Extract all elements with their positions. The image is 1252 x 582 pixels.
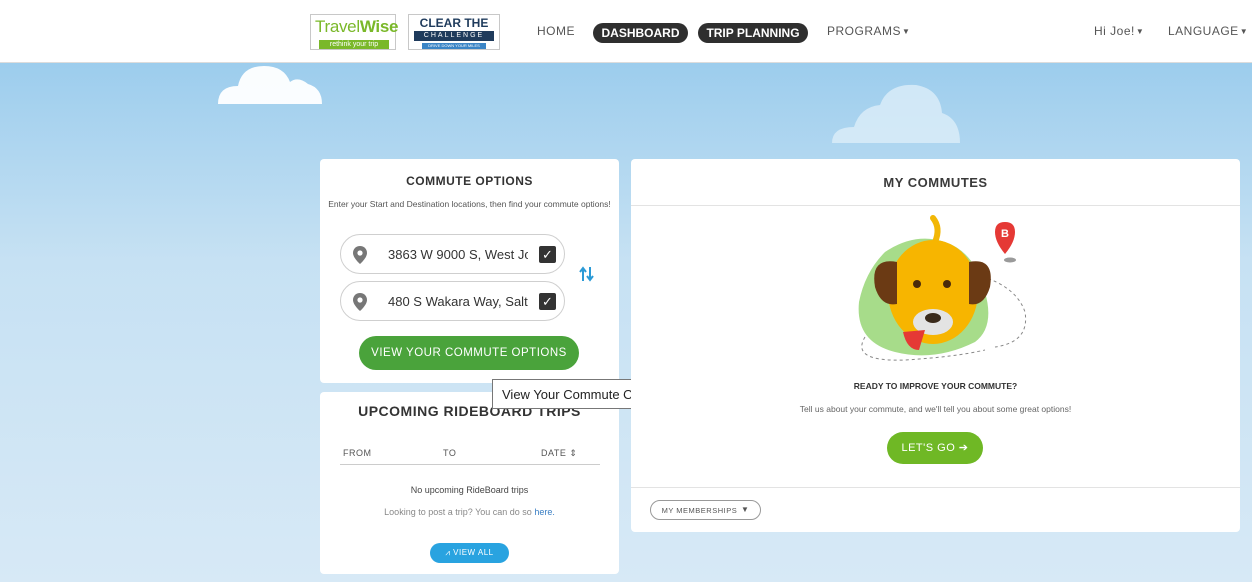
rideboard-post-text: Looking to post a trip? You can do so	[384, 507, 532, 517]
chevron-down-icon: ▼	[738, 505, 750, 514]
rideboard-col-to: TO	[443, 448, 457, 458]
top-nav: TravelWise rethink your trip CLEAR THE A…	[0, 0, 1252, 63]
rideboard-header-divider	[340, 464, 600, 465]
my-commutes-heading: READY TO IMPROVE YOUR COMMUTE?	[853, 381, 1018, 391]
clear-the-air-logo[interactable]: CLEAR THE AIR CHALLENGE DRIVE DOWN YOUR …	[408, 14, 500, 50]
start-location-checkbox[interactable]: ✓	[539, 246, 556, 263]
nav-dashboard[interactable]: DASHBOARD	[593, 23, 688, 43]
commute-options-instructions: Enter your Start and Destination locatio…	[328, 199, 611, 209]
view-all-label: VIEW ALL	[453, 548, 494, 557]
map-marker-label: B	[1001, 228, 1009, 240]
swap-locations-icon[interactable]	[578, 265, 596, 283]
rideboard-post-prompt: Looking to post a trip? You can do so he…	[320, 507, 619, 517]
start-location-field[interactable]: 3863 W 9000 S, West Jordan ✓	[340, 234, 565, 274]
rideboard-empty-text: No upcoming RideBoard trips	[410, 485, 529, 495]
travelwise-logo-light: Travel	[315, 17, 360, 36]
destination-location-checkbox[interactable]: ✓	[539, 293, 556, 310]
nav-home[interactable]: HOME	[537, 24, 575, 38]
lets-go-button[interactable]: LET'S GO ➔	[887, 432, 983, 464]
location-pin-icon	[353, 246, 367, 264]
nav-user-menu[interactable]: Hi Joe!▼	[1094, 24, 1144, 38]
travelwise-logo[interactable]: TravelWise rethink your trip	[310, 14, 399, 50]
nav-language-label: LANGUAGE	[1168, 24, 1239, 38]
travelwise-logo-bold: Wise	[359, 17, 399, 36]
nav-programs[interactable]: PROGRAMS▼	[827, 24, 910, 38]
destination-location-input[interactable]: 480 S Wakara Way, Salt Lake City	[388, 294, 528, 309]
my-memberships-dropdown[interactable]: MY MEMBERSHIPS ▼	[650, 500, 761, 520]
nav-greeting: Hi Joe!	[1094, 24, 1135, 38]
travelwise-tagline: rethink your trip	[319, 40, 389, 49]
my-commutes-subtext: Tell us about your commute, and we'll te…	[799, 404, 1072, 414]
my-memberships-label: MY MEMBERSHIPS	[661, 506, 738, 515]
commute-dog-illustration: B	[858, 215, 1027, 361]
rideboard-post-link[interactable]: here.	[534, 507, 555, 517]
view-commute-options-button[interactable]: VIEW YOUR COMMUTE OPTIONS	[359, 336, 579, 370]
start-location-input[interactable]: 3863 W 9000 S, West Jordan	[388, 247, 528, 262]
rideboard-col-from: FROM	[343, 448, 372, 458]
view-all-button[interactable]: ⩘ VIEW ALL	[430, 543, 509, 563]
destination-location-field[interactable]: 480 S Wakara Way, Salt Lake City ✓	[340, 281, 565, 321]
rideboard-col-date[interactable]: DATE ⇕	[541, 448, 577, 459]
chevron-down-icon: ▼	[1135, 27, 1145, 36]
cta-logo-line2: CHALLENGE	[414, 31, 494, 41]
nav-trip-planning[interactable]: TRIP PLANNING	[698, 23, 808, 43]
my-commutes-title: MY COMMUTES	[883, 175, 988, 190]
my-commutes-footer-divider	[631, 487, 1240, 488]
pulse-icon: ⩘	[445, 548, 451, 557]
chevron-down-icon: ▼	[902, 27, 911, 36]
cloud-decoration-left	[218, 66, 322, 104]
cta-logo-line3: DRIVE DOWN YOUR MILES	[422, 43, 486, 49]
nav-programs-label: PROGRAMS	[827, 24, 902, 38]
nav-language[interactable]: LANGUAGE▼	[1168, 24, 1248, 38]
my-commutes-divider	[631, 205, 1240, 206]
chevron-down-icon: ▼	[1239, 27, 1249, 36]
location-pin-icon	[353, 293, 367, 311]
cloud-decoration-right	[832, 84, 960, 143]
commute-options-title: COMMUTE OPTIONS	[406, 174, 533, 188]
